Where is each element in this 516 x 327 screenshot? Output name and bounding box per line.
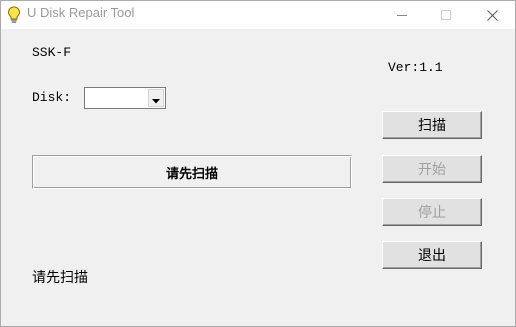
lightbulb-icon [7,6,21,24]
scan-button[interactable]: 扫描 [382,111,482,139]
minimize-button[interactable] [379,1,425,29]
minimize-icon [397,10,407,20]
version-label: Ver:1.1 [388,60,443,75]
close-icon [486,9,498,21]
status-panel-text: 请先扫描 [165,166,218,182]
close-button[interactable] [469,1,515,29]
model-label: SSK-F [32,45,72,60]
status-panel: 请先扫描 [32,155,352,189]
window-title: U Disk Repair Tool [27,5,135,20]
maximize-button[interactable] [423,1,469,29]
stop-button[interactable]: 停止 [382,198,482,226]
disk-select[interactable] [84,87,166,109]
status-text: 请先扫描 [32,270,88,286]
start-button[interactable]: 开始 [382,155,482,183]
dropdown-arrow-icon [152,89,160,108]
disk-label: Disk: [32,90,72,105]
exit-button[interactable]: 退出 [382,241,482,269]
title-bar[interactable]: U Disk Repair Tool [1,1,515,29]
app-window: U Disk Repair Tool SSK-F Ver:1.1 Disk: 请… [0,0,516,327]
dropdown-arrow-button[interactable] [148,89,164,107]
maximize-icon [441,10,451,20]
